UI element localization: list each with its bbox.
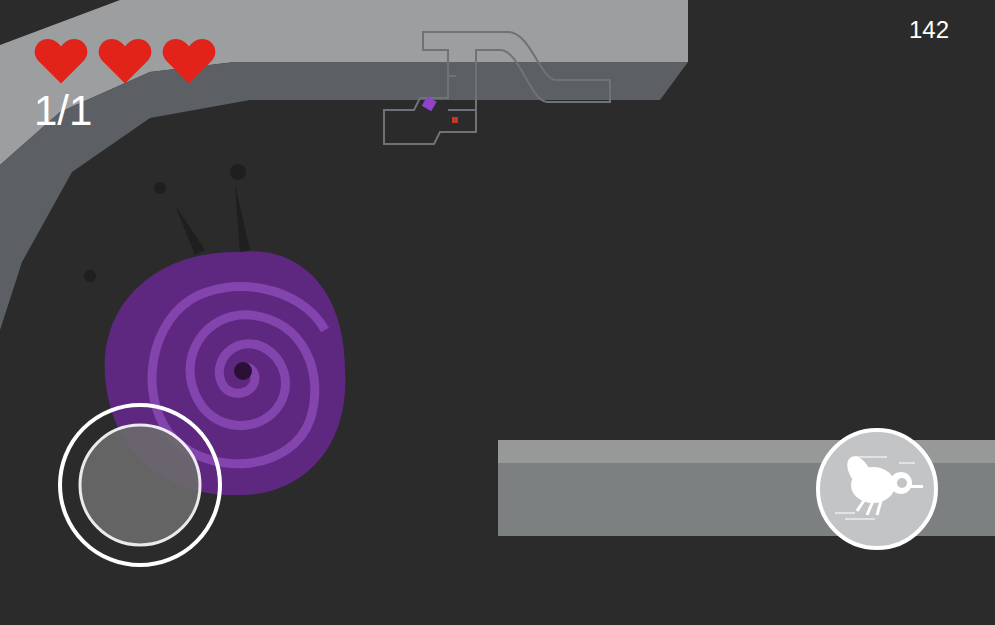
level-progress: 1/1 [34,88,216,134]
heart-icon [98,38,152,84]
joystick[interactable] [56,401,224,569]
hearts [34,38,216,84]
enemy-marker-icon [452,117,458,123]
dash-button[interactable] [815,427,939,551]
minimap [380,28,616,150]
heart-icon [34,38,88,84]
score: 142 [909,16,949,45]
hud-status: 1/1 [34,38,216,134]
player-marker-icon [422,96,437,111]
fly-icon [835,452,923,519]
game-view: 1/1 142 [0,0,995,625]
heart-icon [162,38,216,84]
